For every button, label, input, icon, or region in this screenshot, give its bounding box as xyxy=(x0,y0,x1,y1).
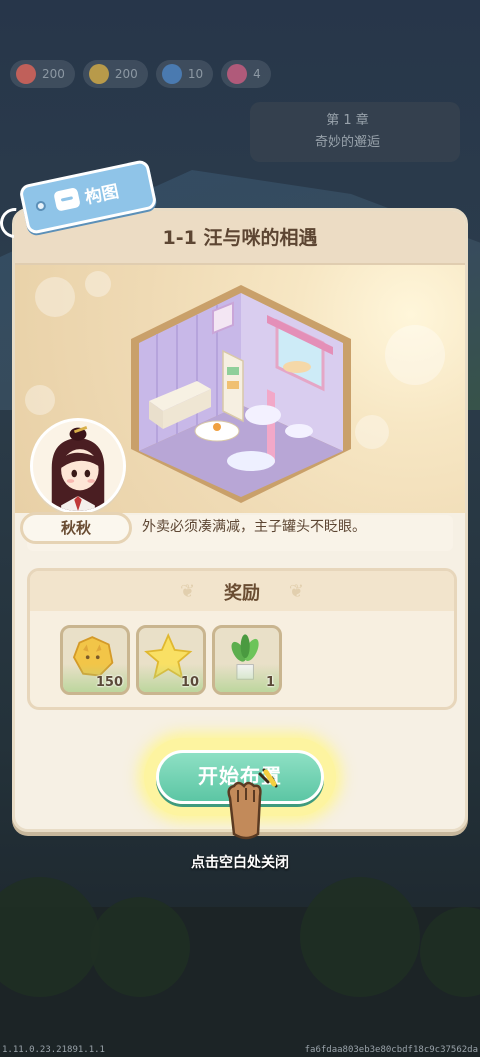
level-title: 1-1 汪与咪的相遇 xyxy=(162,227,318,249)
tag-label: 构图 xyxy=(83,181,121,209)
table-item xyxy=(213,423,221,431)
gem-counter: 10 xyxy=(155,60,214,88)
rewards-header: ❦ 奖励 ❦ xyxy=(30,571,454,611)
rewards-panel: ❦ 奖励 ❦ 150 10 1 xyxy=(27,568,457,710)
room-illustration-svg xyxy=(131,285,351,503)
build-hash-label: fa6fdaa803eb3e80cbdf18c9c37562da xyxy=(304,1045,478,1055)
character-avatar xyxy=(30,418,126,514)
reward-item-potted-plant[interactable]: 1 xyxy=(212,625,282,695)
reward-count: 10 xyxy=(180,675,199,690)
character-portrait xyxy=(33,421,123,511)
tutorial-paw-pointer-icon xyxy=(216,768,284,844)
cloud-rug xyxy=(227,451,275,471)
heart-icon xyxy=(227,64,248,84)
background-bush xyxy=(90,897,190,997)
bubble-decoration xyxy=(385,325,445,385)
bubble-decoration xyxy=(355,415,389,449)
cat-coin-icon xyxy=(88,64,109,84)
coin-counter: 200 xyxy=(10,60,75,88)
window-curtain xyxy=(267,389,275,464)
dialog-text: 外卖必须凑满减，主子罐头不眨眼。 xyxy=(142,519,366,535)
cat-coin-counter: 200 xyxy=(82,60,148,88)
tap-to-close-hint[interactable]: 点击空白处关闭 xyxy=(0,852,480,872)
speaker-name: 秋秋 xyxy=(20,512,132,544)
reward-count: 150 xyxy=(95,675,123,690)
bubble-decoration xyxy=(85,271,111,297)
background-hud: 200 200 10 4 xyxy=(10,60,470,94)
room-illustration xyxy=(127,281,355,505)
laurel-right-icon: ❦ xyxy=(288,581,304,602)
tag-hole xyxy=(34,200,47,212)
picture-icon xyxy=(53,187,81,212)
cloud-cushion xyxy=(285,424,313,438)
cat-bed xyxy=(283,361,311,373)
bubble-decoration xyxy=(25,385,55,415)
background-bush xyxy=(300,877,420,997)
reward-count: 1 xyxy=(265,675,275,690)
gem-icon xyxy=(161,64,182,84)
rewards-title: 奖励 xyxy=(224,583,260,604)
version-label: 1.11.0.23.21891.1.1 xyxy=(2,1045,105,1055)
reward-item-cat-coin[interactable]: 150 xyxy=(60,625,130,695)
background-chapter-text: 第 1 章 奇妙的邂逅 xyxy=(314,113,380,150)
heart-counter: 4 xyxy=(221,60,271,88)
bubble-decoration xyxy=(35,277,75,317)
cloud-cushion xyxy=(245,405,281,425)
reward-item-star[interactable]: 10 xyxy=(136,625,206,695)
coin-icon xyxy=(16,64,36,84)
shelf-item xyxy=(227,381,239,389)
shelf-item xyxy=(227,367,239,375)
